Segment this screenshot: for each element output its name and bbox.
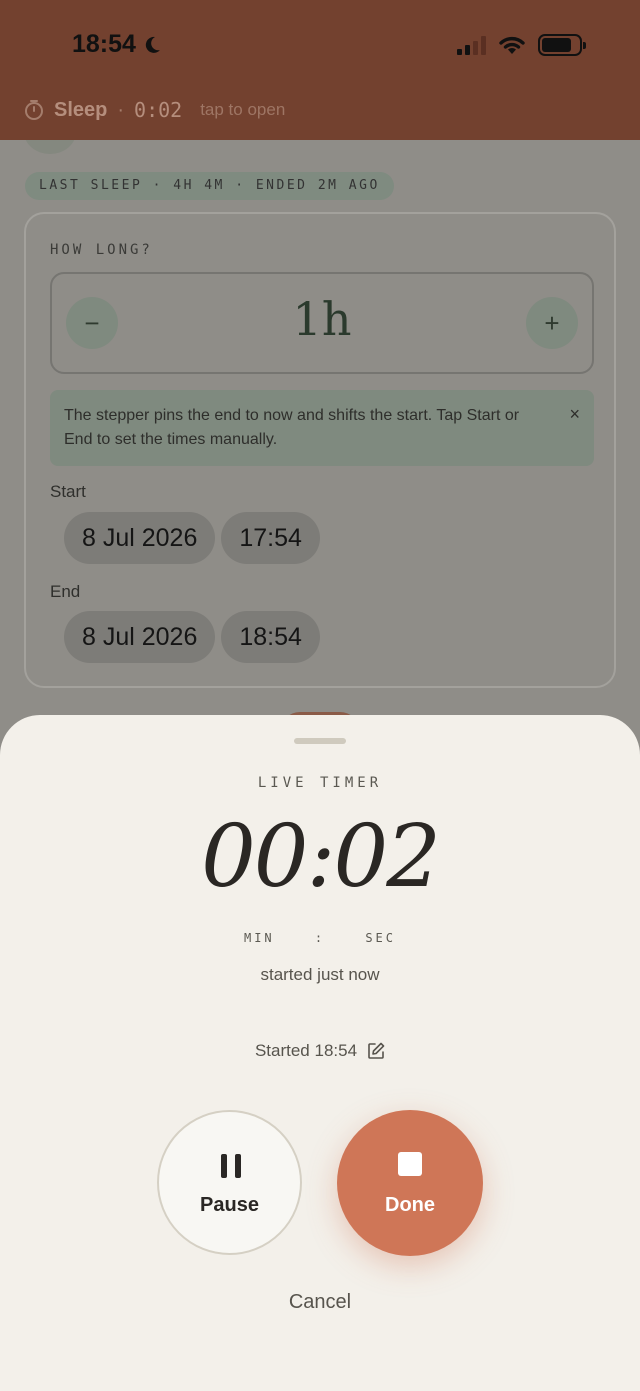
start-label: Start (50, 482, 86, 501)
done-label: Done (385, 1194, 435, 1216)
status-time-text: 18:54 (72, 30, 136, 58)
close-icon[interactable]: × (569, 402, 580, 426)
start-pills: 8 Jul 2026 17:54 (64, 512, 320, 564)
last-sleep-chip: LAST SLEEP · 4H 4M · ENDED 2M AGO (25, 172, 394, 200)
status-icons (457, 34, 586, 56)
duration-stepper: − 1h + (50, 272, 594, 374)
end-date-pill[interactable]: 8 Jul 2026 (64, 611, 216, 663)
cancel-button[interactable]: Cancel (0, 1291, 640, 1314)
end-pills: 8 Jul 2026 18:54 (64, 611, 320, 663)
timer-icon (25, 100, 43, 120)
how-long-label: HOW LONG? (50, 242, 153, 258)
start-time-pill[interactable]: 17:54 (221, 512, 320, 564)
done-button[interactable]: Done (337, 1110, 483, 1256)
live-activity-banner[interactable]: Sleep · 0:02 tap to open (24, 98, 285, 122)
end-label: End (50, 582, 81, 601)
wifi-icon (499, 36, 525, 54)
started-relative: started just now (260, 965, 380, 984)
moon-icon (145, 36, 160, 53)
started-at-text: Started 18:54 (254, 1041, 358, 1060)
timer-display: 00:02 (201, 807, 441, 907)
sheet-grabber[interactable] (294, 738, 346, 744)
live-timer-sheet: LIVE TIMER 00:02 MIN : SEC started just … (0, 715, 640, 1391)
stepper-hint: The stepper pins the end to now and shif… (50, 390, 594, 466)
background-form: LAST SLEEP · 4H 4M · ENDED 2M AGO HOW LO… (0, 110, 640, 740)
activity-title: Sleep (54, 98, 108, 121)
increment-button[interactable]: + (526, 297, 578, 349)
status-bar: 18:54 Sleep · 0:02 tap to open (0, 0, 640, 140)
status-time: 18:54 (72, 30, 162, 59)
timer-units: MIN : SEC (243, 931, 397, 945)
battery-icon (538, 34, 586, 56)
duration-card: HOW LONG? − 1h + The stepper pins the en… (24, 212, 616, 688)
stop-icon (398, 1152, 422, 1176)
pause-icon (221, 1154, 241, 1178)
edit-icon[interactable] (367, 1042, 385, 1060)
activity-timer: 0:02 (134, 98, 183, 122)
cellular-signal-icon (457, 35, 486, 55)
end-time-pill[interactable]: 18:54 (221, 611, 320, 663)
start-date-pill[interactable]: 8 Jul 2026 (64, 512, 216, 564)
activity-separator: · (117, 98, 125, 121)
pause-button[interactable]: Pause (157, 1110, 302, 1255)
pause-label: Pause (200, 1194, 259, 1216)
activity-hint: tap to open (200, 100, 286, 119)
duration-value: 1h (292, 292, 352, 346)
live-timer-label: LIVE TIMER (257, 775, 383, 791)
started-at-row[interactable]: Started 18:54 (0, 1041, 640, 1061)
stepper-hint-text: The stepper pins the end to now and shif… (64, 407, 520, 448)
